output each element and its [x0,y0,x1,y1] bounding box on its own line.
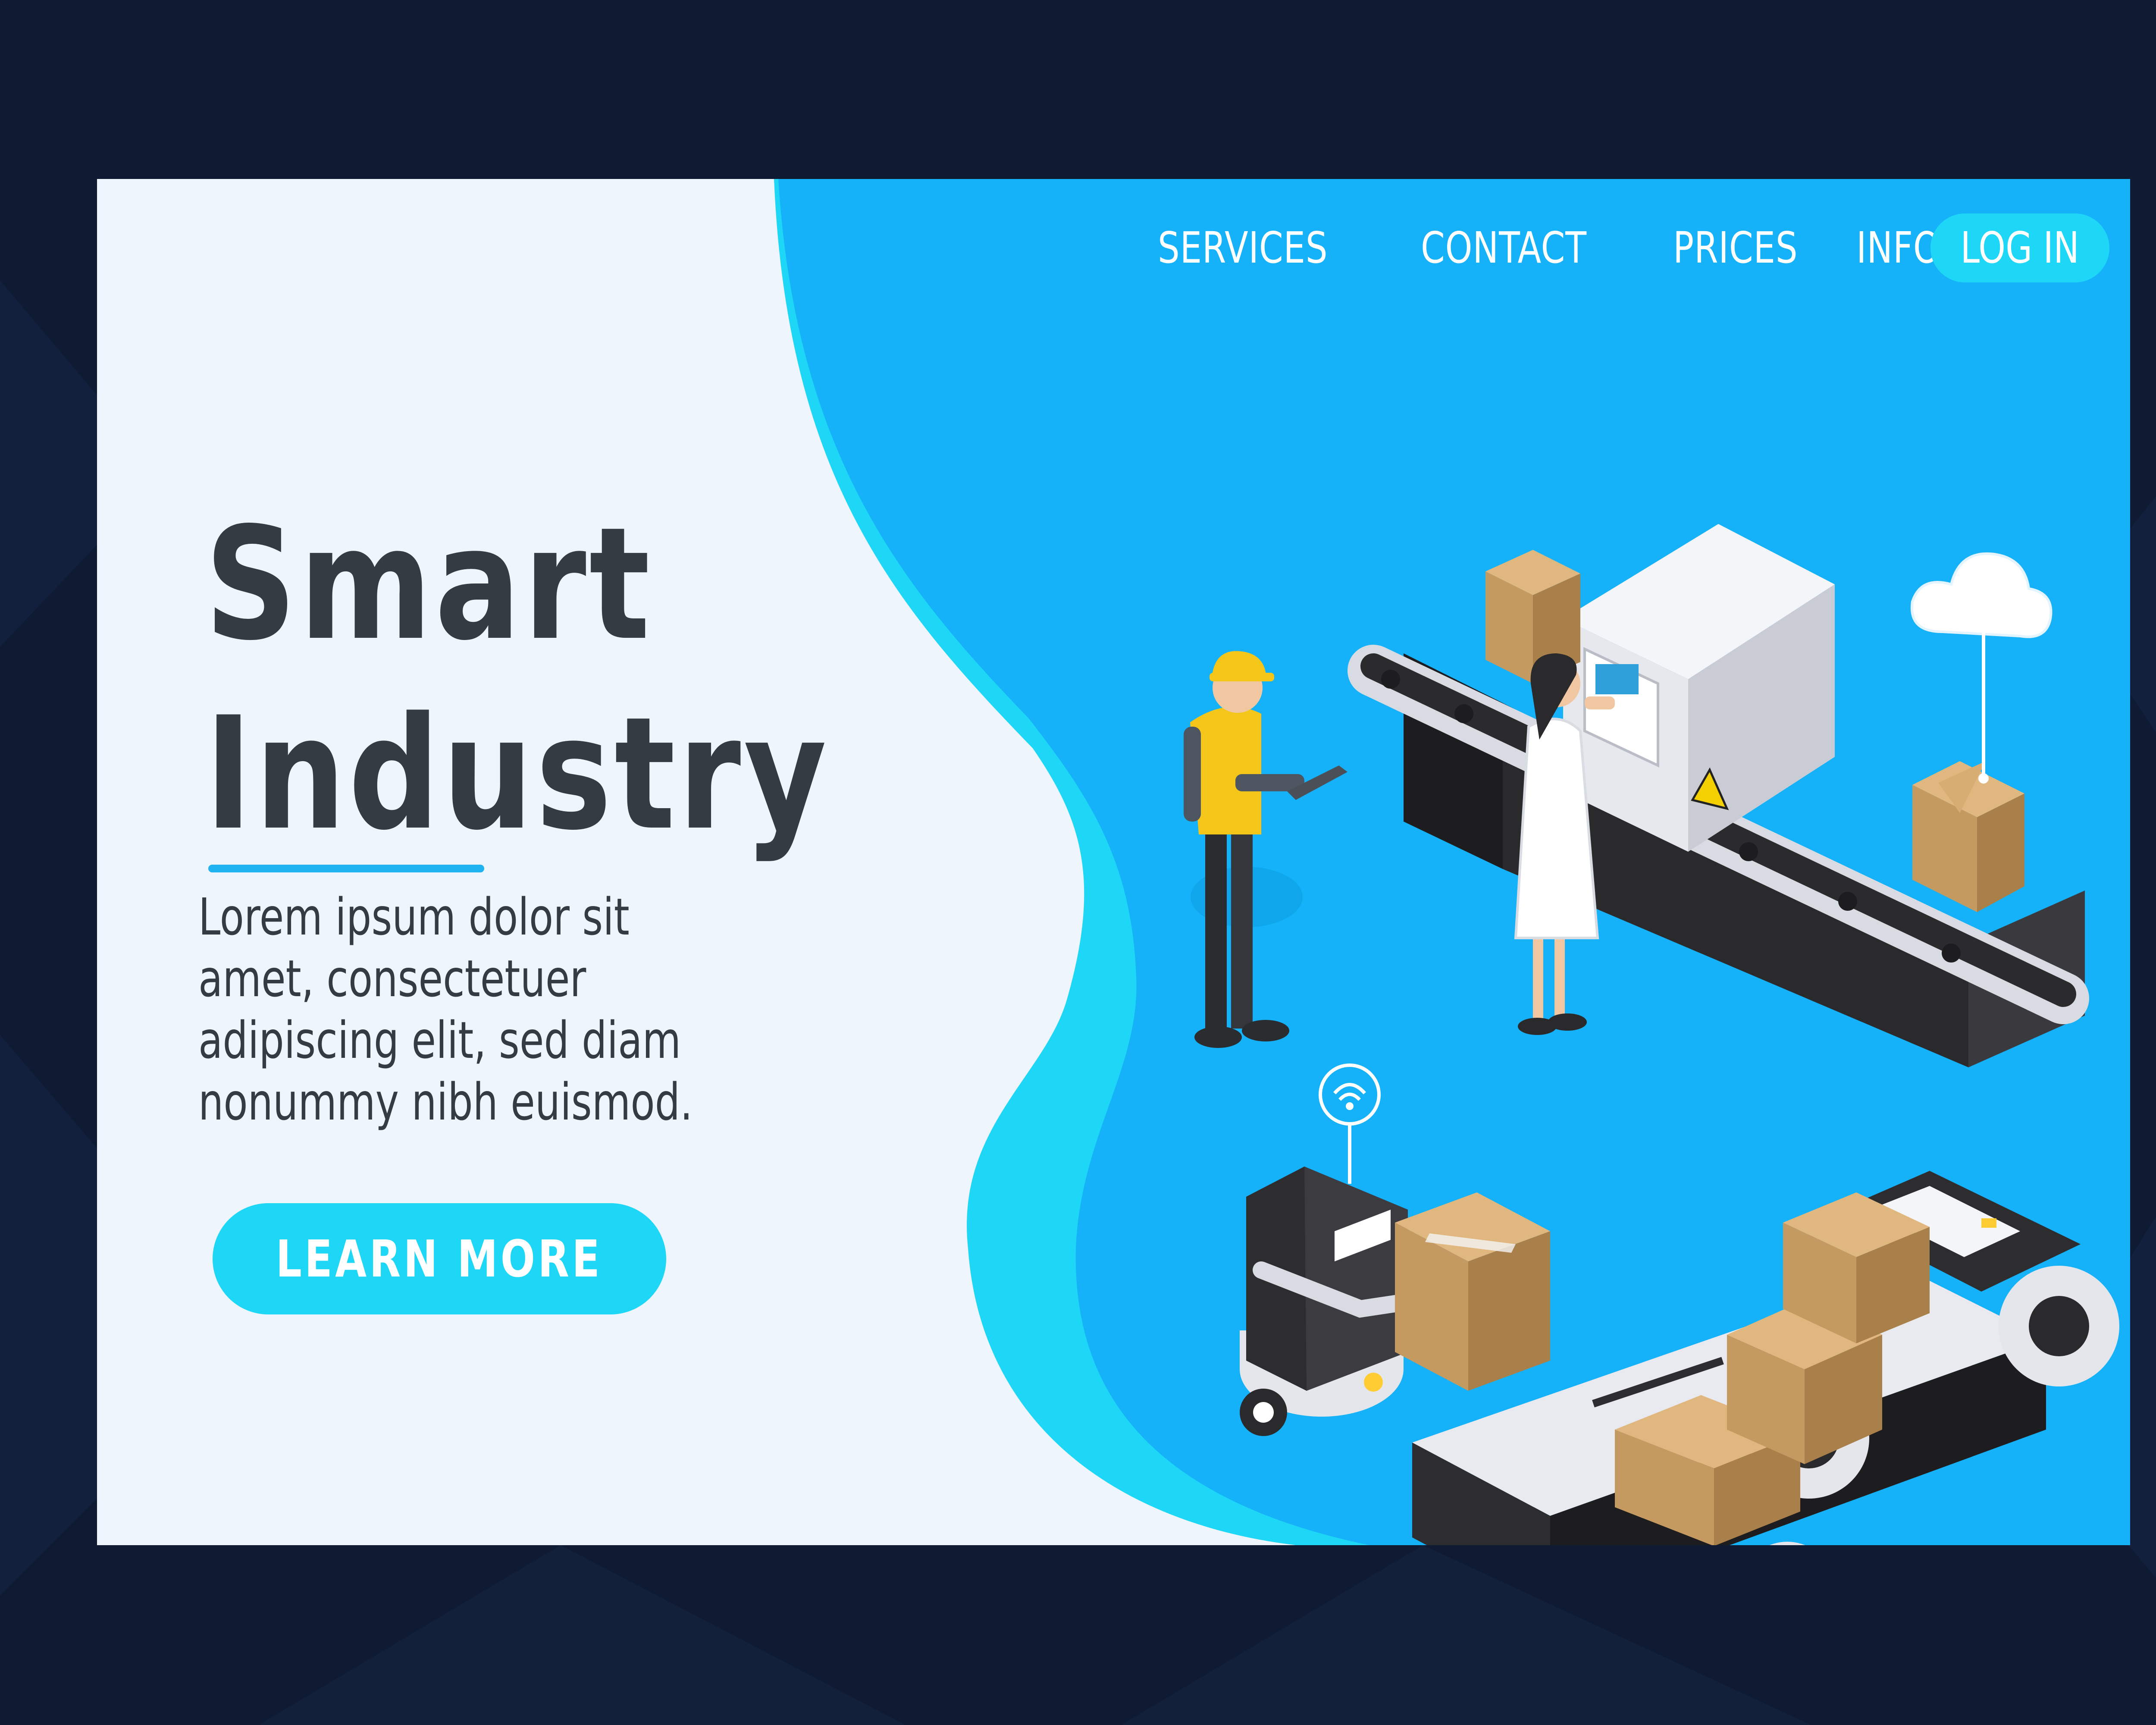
nav-link-services[interactable]: SERVICES [1158,213,1328,282]
learn-more-button[interactable]: LEARN MORE [213,1203,666,1314]
landing-page: SERVICES CONTACT PRICES INFO LOG IN Smar… [97,179,2130,1545]
page-title-line-2: Industry [205,684,830,864]
nav-link-prices[interactable]: PRICES [1673,213,1798,282]
login-button-label: LOG IN [1960,223,2080,273]
page-title: Smart Industry [205,489,830,869]
top-navigation: SERVICES CONTACT PRICES INFO LOG IN [1037,213,2109,282]
page-title-line-1: Smart [205,494,653,674]
nav-link-contact[interactable]: CONTACT [1421,213,1587,282]
hero-description: Lorem ipsum dolor sit amet, consectetuer… [198,887,693,1132]
nav-link-info[interactable]: INFO [1856,213,1941,282]
title-underline [208,865,484,872]
login-button[interactable]: LOG IN [1930,213,2109,282]
learn-more-button-label: LEARN MORE [276,1229,603,1289]
